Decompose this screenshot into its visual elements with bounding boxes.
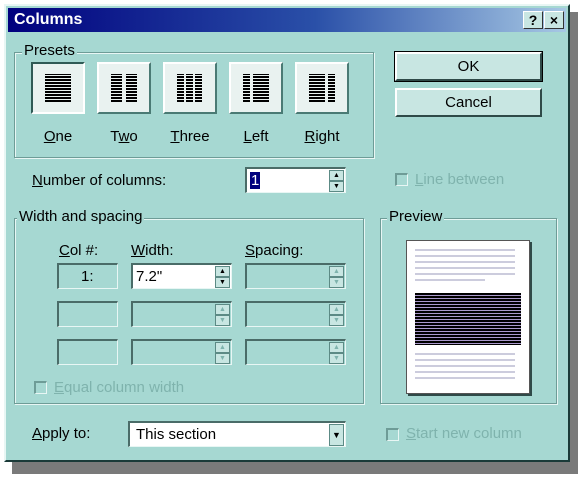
line-between-checkbox[interactable] <box>395 173 408 186</box>
col-number-header: Col #: <box>59 242 99 259</box>
spacing-spinner: ▲ ▼ <box>329 342 344 364</box>
width-spinner: ▲ ▼ <box>215 342 230 364</box>
equal-column-width-label: Equal column width <box>54 379 185 396</box>
right-columns-icon <box>309 74 335 102</box>
width-spinner: ▲ ▼ <box>215 304 230 326</box>
spinner-up-icon: ▲ <box>329 304 344 315</box>
help-button[interactable]: ? <box>523 11 543 29</box>
apply-to-value: This section <box>136 426 217 443</box>
preset-three-button[interactable] <box>163 62 217 114</box>
spinner-up-icon: ▲ <box>329 266 344 277</box>
one-column-icon <box>45 74 71 102</box>
spacing-spinner: ▲ ▼ <box>329 266 344 288</box>
close-button[interactable]: × <box>544 11 564 29</box>
ok-button[interactable]: OK <box>394 51 543 82</box>
preset-two-button[interactable] <box>97 62 151 114</box>
close-icon: × <box>549 12 559 28</box>
spacing-header: Spacing: <box>245 242 304 259</box>
width-value: 7.2" <box>136 268 163 285</box>
two-columns-icon <box>111 74 137 102</box>
apply-to-label: Apply to: <box>32 425 91 442</box>
preset-one-button[interactable] <box>31 62 85 114</box>
preview-section-lines <box>415 293 521 345</box>
spinner-down-icon[interactable]: ▼ <box>215 277 230 288</box>
presets-label: Presets <box>22 42 77 59</box>
width-input[interactable]: 7.2" ▲ ▼ <box>131 263 232 289</box>
spinner-up-icon: ▲ <box>215 304 230 315</box>
spacing-input: ▲ ▼ <box>245 263 346 289</box>
col-number-cell <box>57 339 118 365</box>
preset-three-label: Three <box>170 128 210 145</box>
spacing-input: ▲ ▼ <box>245 339 346 365</box>
spacing-input: ▲ ▼ <box>245 301 346 327</box>
start-new-column-label: Start new column <box>406 425 522 442</box>
equal-column-width-checkbox[interactable] <box>34 381 47 394</box>
spinner-down-icon: ▼ <box>215 315 230 326</box>
preset-right-label: Right <box>304 128 340 145</box>
width-input: ▲ ▼ <box>131 301 232 327</box>
width-spacing-label: Width and spacing <box>17 208 145 225</box>
dropdown-arrow-icon[interactable]: ▼ <box>329 424 344 446</box>
dropdown-button[interactable]: ▼ <box>329 424 344 446</box>
width-spinner[interactable]: ▲ ▼ <box>215 266 230 288</box>
help-icon: ? <box>528 12 538 28</box>
spinner-down-icon: ▼ <box>329 353 344 364</box>
col-number-cell <box>57 301 118 327</box>
three-columns-icon <box>177 74 202 102</box>
spinner-down-icon: ▼ <box>215 353 230 364</box>
spacing-spinner: ▲ ▼ <box>329 304 344 326</box>
number-of-columns-spinner[interactable]: ▲ ▼ <box>329 170 344 192</box>
spinner-up-icon[interactable]: ▲ <box>329 170 344 181</box>
preset-left-button[interactable] <box>229 62 283 114</box>
left-columns-icon <box>243 74 269 102</box>
number-of-columns-value: 1 <box>250 172 261 189</box>
spinner-down-icon: ▼ <box>329 315 344 326</box>
col-number-cell: 1: <box>57 263 118 289</box>
start-new-column-checkbox[interactable] <box>386 428 399 441</box>
title-bar[interactable]: Columns ? × <box>8 8 566 32</box>
cancel-button[interactable]: Cancel <box>395 88 542 117</box>
apply-to-select[interactable]: This section ▼ <box>128 421 346 447</box>
preset-two-label: Two <box>110 128 138 145</box>
preview-label: Preview <box>387 208 445 225</box>
number-of-columns-label: Number of columns: <box>32 172 167 189</box>
spinner-up-icon: ▲ <box>215 342 230 353</box>
width-input: ▲ ▼ <box>131 339 232 365</box>
line-between-label: Line between <box>415 171 505 188</box>
preview-page <box>406 240 530 394</box>
width-header: Width: <box>131 242 174 259</box>
window-title: Columns <box>14 11 83 28</box>
preset-one-label: One <box>43 128 73 145</box>
preset-right-button[interactable] <box>295 62 349 114</box>
spinner-down-icon: ▼ <box>329 277 344 288</box>
spinner-up-icon: ▲ <box>329 342 344 353</box>
spinner-up-icon[interactable]: ▲ <box>215 266 230 277</box>
spinner-down-icon[interactable]: ▼ <box>329 181 344 192</box>
preset-left-label: Left <box>243 128 269 145</box>
number-of-columns-input[interactable]: 1 ▲ ▼ <box>245 167 346 193</box>
